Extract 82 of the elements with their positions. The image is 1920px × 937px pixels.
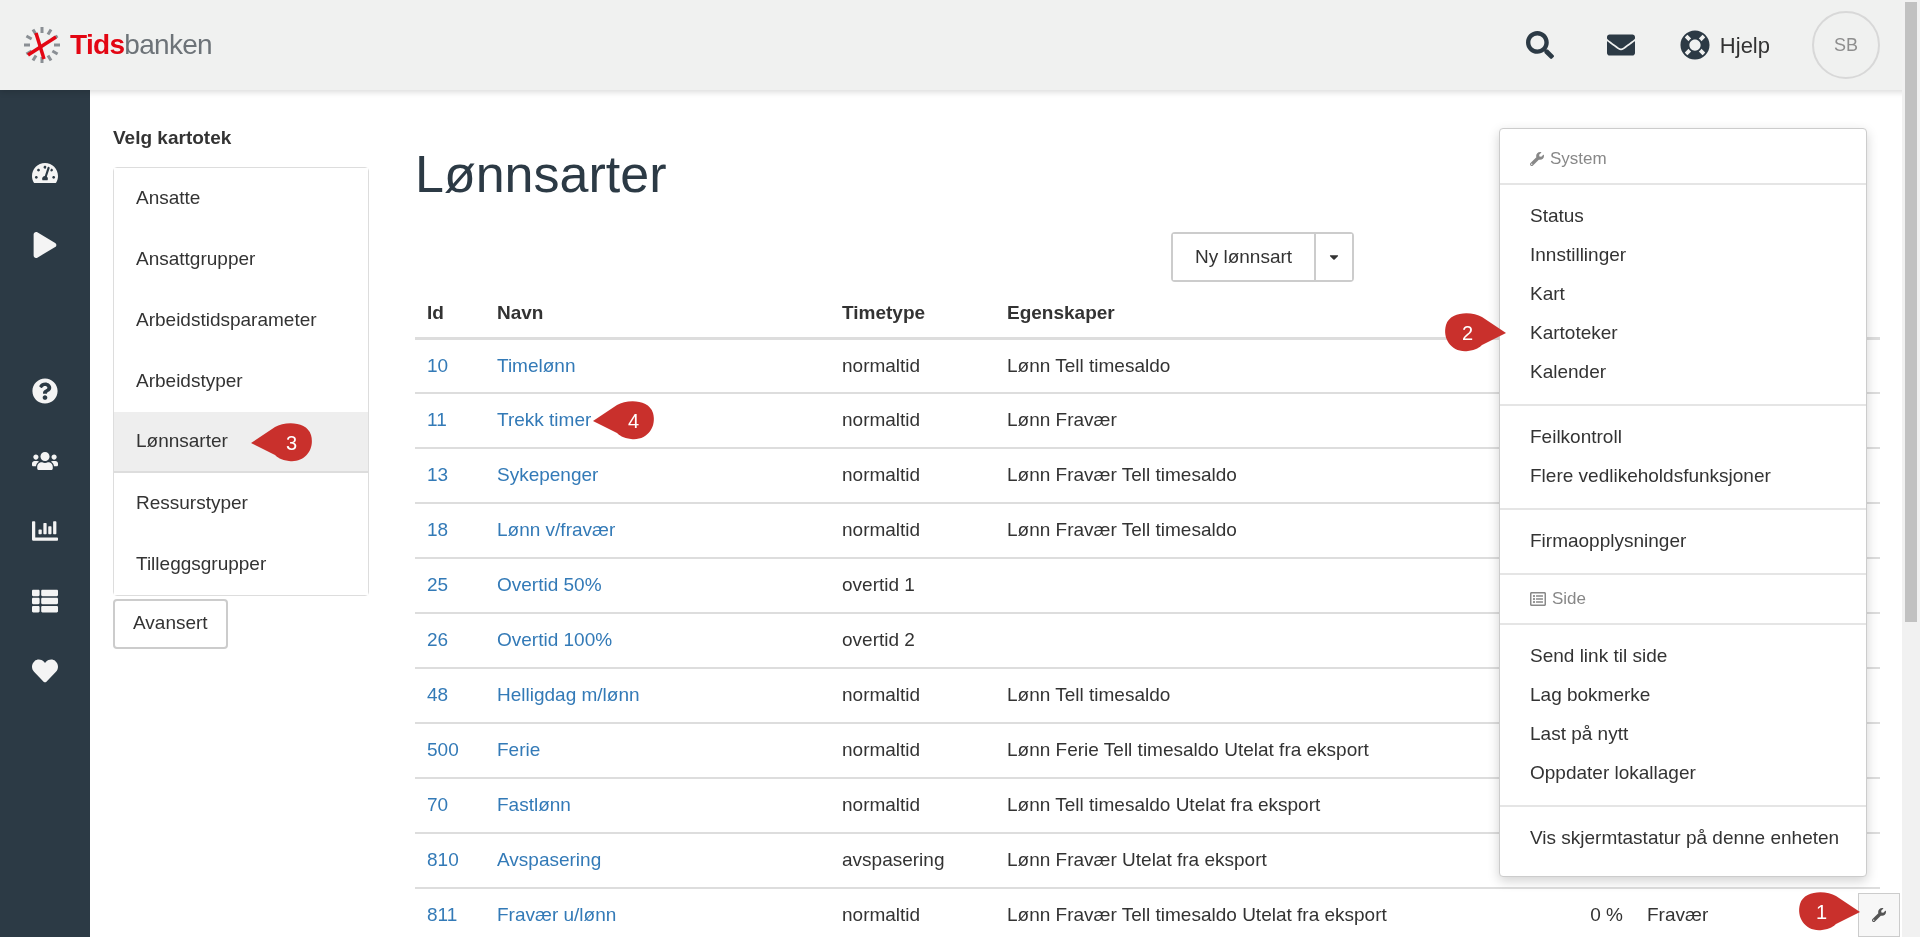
- list-icon[interactable]: [32, 588, 58, 614]
- id-link[interactable]: 11: [427, 409, 447, 431]
- heart-icon[interactable]: [32, 658, 58, 684]
- table-cell: 0 %: [1590, 904, 1623, 926]
- advanced-button[interactable]: Avansert: [113, 598, 228, 649]
- id-link[interactable]: 70: [427, 794, 449, 816]
- table-cell: normaltid: [842, 684, 921, 706]
- name-link[interactable]: Fastlønn: [497, 794, 571, 816]
- table-cell: normaltid: [842, 409, 921, 431]
- new-wage-type-button[interactable]: Ny lønnsart: [1173, 234, 1316, 280]
- brand-name[interactable]: Tidsbanken: [70, 24, 212, 66]
- help-button[interactable]: Hjelp: [1679, 28, 1770, 62]
- table-cell: Lønn Fravær Tell timesaldo: [1007, 519, 1237, 541]
- table-cell: normaltid: [842, 904, 921, 926]
- column-header: Navn: [497, 302, 544, 323]
- menu-item[interactable]: Status: [1500, 197, 1866, 236]
- id-link[interactable]: 25: [427, 574, 449, 596]
- table-cell: normaltid: [842, 354, 921, 376]
- name-link[interactable]: Sykepenger: [497, 464, 599, 486]
- name-link[interactable]: Overtid 100%: [497, 629, 613, 651]
- id-link[interactable]: 811: [427, 904, 458, 926]
- list-icon: [1530, 591, 1546, 607]
- table-cell: normaltid: [842, 739, 921, 761]
- table-cell: Lønn Fravær: [1007, 409, 1117, 431]
- column-header: Id: [427, 302, 444, 323]
- id-link[interactable]: 18: [427, 519, 449, 541]
- menu-item[interactable]: Kalender: [1500, 353, 1866, 392]
- name-link[interactable]: Lønn v/fravær: [497, 519, 616, 541]
- logo-icon: [22, 25, 62, 65]
- id-link[interactable]: 48: [427, 684, 449, 706]
- gauge-icon[interactable]: [32, 160, 58, 186]
- table-cell: normaltid: [842, 794, 921, 816]
- avatar[interactable]: SB: [1812, 11, 1880, 79]
- tools-button[interactable]: [1858, 893, 1900, 937]
- table-cell: overtid 1: [842, 574, 915, 596]
- wrench-icon: [1872, 908, 1886, 922]
- id-link[interactable]: 810: [427, 849, 459, 871]
- menu-heading: System: [1550, 148, 1607, 171]
- table-cell: Lønn Fravær Tell timesaldo Utelat fra eksport: [1007, 904, 1387, 926]
- page-title: Lønnsarter: [415, 148, 667, 200]
- play-icon[interactable]: [32, 232, 58, 258]
- bar-chart-icon[interactable]: [32, 518, 58, 544]
- table-cell: Fravær: [1647, 904, 1709, 926]
- table-cell: avspasering: [842, 849, 945, 871]
- panel-title: Velg kartotek: [113, 126, 233, 150]
- wrench-icon: [1530, 152, 1544, 166]
- menu-item[interactable]: Kart: [1500, 275, 1866, 314]
- name-link[interactable]: Overtid 50%: [497, 574, 602, 596]
- table-cell: normaltid: [842, 519, 921, 541]
- name-link[interactable]: Trekk timer: [497, 409, 592, 431]
- menu-item[interactable]: Innstillinger: [1500, 236, 1866, 275]
- menu-item[interactable]: Last på nytt: [1500, 715, 1866, 754]
- column-header: Timetype: [842, 302, 926, 323]
- name-link[interactable]: Timelønn: [497, 354, 576, 376]
- menu-item[interactable]: Firmaopplysninger: [1500, 522, 1866, 561]
- table-cell: Lønn Tell timesaldo: [1007, 684, 1171, 706]
- lifebuoy-icon: [1679, 30, 1710, 60]
- menu-item[interactable]: Send link til side: [1500, 637, 1866, 676]
- name-link[interactable]: Ferie: [497, 739, 541, 761]
- table-cell: Lønn Tell timesaldo: [1007, 354, 1171, 376]
- id-link[interactable]: 26: [427, 629, 449, 651]
- table-cell: Lønn Tell timesaldo Utelat fra eksport: [1007, 794, 1321, 816]
- table-cell: overtid 2: [842, 629, 915, 651]
- id-link[interactable]: 10: [427, 354, 449, 376]
- help-icon[interactable]: [32, 378, 58, 404]
- name-link[interactable]: Helligdag m/lønn: [497, 684, 640, 706]
- table-cell: normaltid: [842, 464, 921, 486]
- search-icon: [1525, 31, 1554, 59]
- name-link[interactable]: Fravær u/lønn: [497, 904, 617, 926]
- id-link[interactable]: 500: [427, 739, 459, 761]
- id-link[interactable]: 13: [427, 464, 449, 486]
- table-cell: Lønn Fravær Tell timesaldo: [1007, 464, 1237, 486]
- table-cell: Lønn Ferie Tell timesaldo Utelat fra eksport: [1007, 739, 1369, 761]
- table-cell: Lønn Fravær Utelat fra eksport: [1007, 849, 1267, 871]
- column-header: Egenskaper: [1007, 302, 1115, 323]
- menu-item[interactable]: Oppdater lokallager: [1500, 754, 1866, 793]
- menu-item[interactable]: Flere vedlikeholdsfunksjoner: [1500, 457, 1866, 496]
- menu-item[interactable]: Vis skjermtastatur på denne enheten: [1500, 819, 1866, 858]
- menu-heading: Side: [1552, 588, 1587, 611]
- menu-item[interactable]: Lag bokmerke: [1500, 676, 1866, 715]
- name-link[interactable]: Avspasering: [497, 849, 602, 871]
- menu-item[interactable]: Feilkontroll: [1500, 418, 1866, 457]
